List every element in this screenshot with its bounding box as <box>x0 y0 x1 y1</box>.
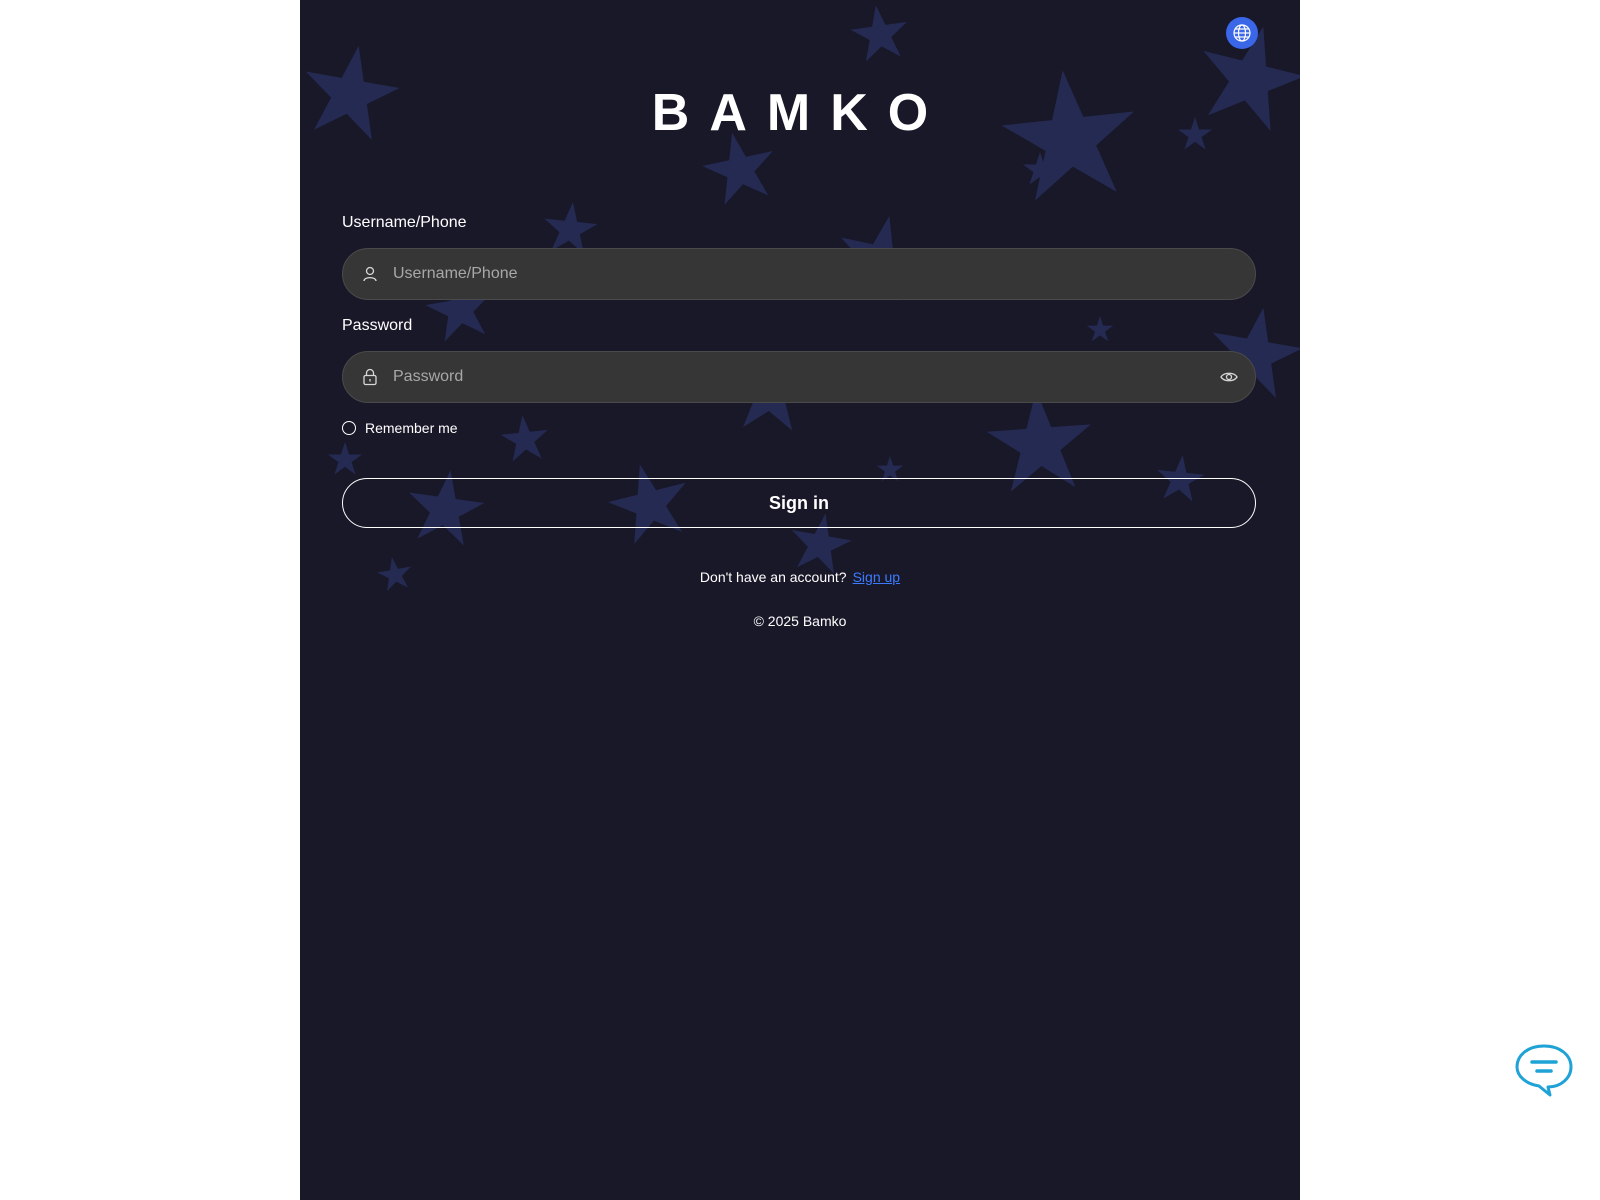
remember-me-radio[interactable] <box>342 421 356 435</box>
remember-me-toggle[interactable]: Remember me <box>342 419 458 437</box>
username-input[interactable] <box>393 249 1193 299</box>
signup-row: Don't have an account? Sign up <box>300 569 1300 585</box>
eye-icon[interactable] <box>1219 367 1239 387</box>
globe-icon <box>1233 24 1251 42</box>
copyright-text: © 2025 Bamko <box>753 613 847 629</box>
remember-me-label: Remember me <box>365 420 458 436</box>
password-input[interactable] <box>393 352 1193 402</box>
username-label: Username/Phone <box>342 214 467 231</box>
brand-logo: BAMKO <box>652 84 948 136</box>
brand-logo-text: BAMKO <box>652 84 948 136</box>
sign-in-button[interactable]: Sign in <box>342 478 1256 528</box>
password-field[interactable] <box>342 351 1256 403</box>
user-icon <box>363 266 377 282</box>
lock-icon <box>363 368 377 386</box>
page: BAMKO Username/Phone Password <box>0 0 1600 1200</box>
signup-prompt: Don't have an account? <box>699 569 847 585</box>
login-panel: BAMKO Username/Phone Password <box>300 0 1300 1200</box>
password-label: Password <box>342 317 413 334</box>
signup-link[interactable]: Sign up <box>853 569 900 585</box>
language-button[interactable] <box>1226 17 1258 49</box>
username-field[interactable] <box>342 248 1256 300</box>
chat-bubble-icon[interactable] <box>1514 1042 1574 1098</box>
